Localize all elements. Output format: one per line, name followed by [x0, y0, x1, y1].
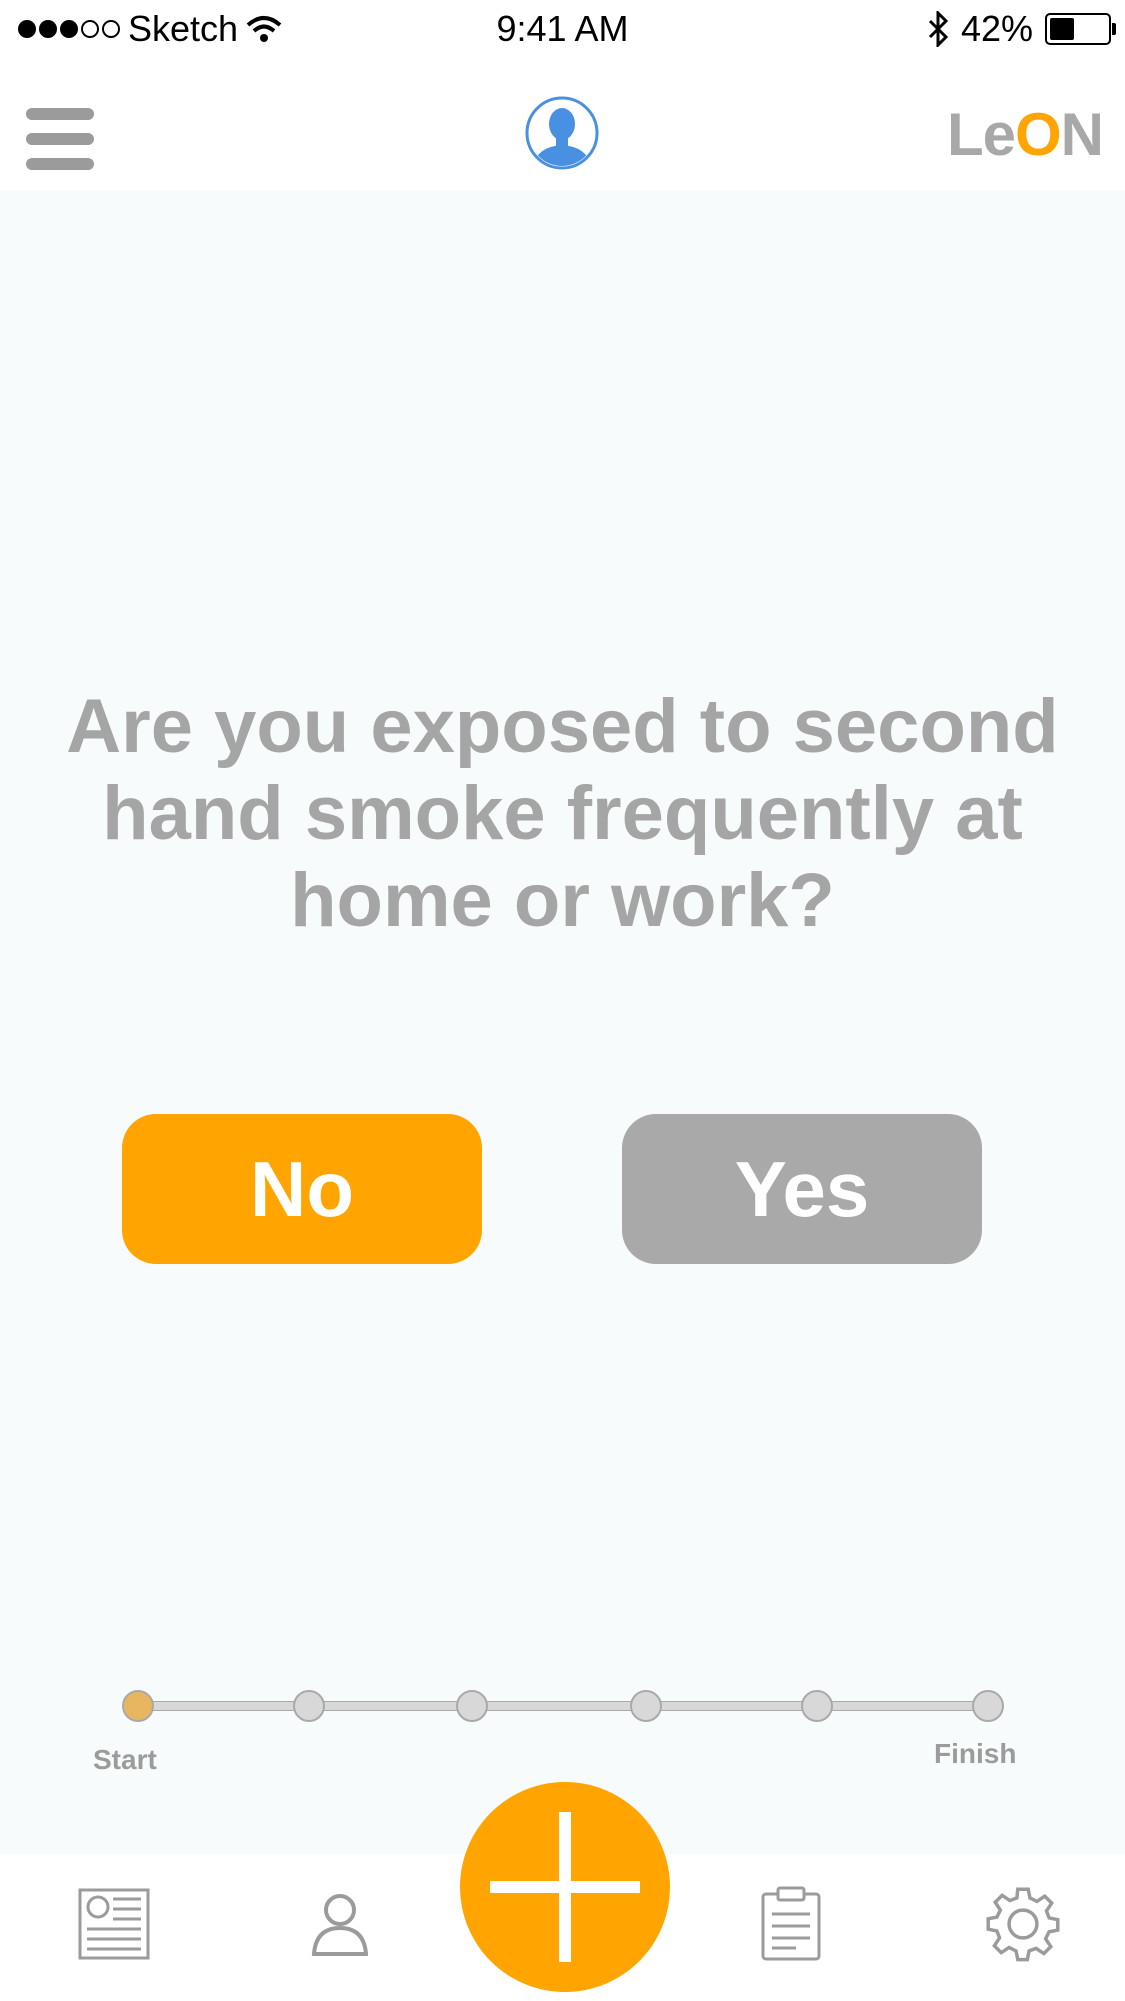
battery-icon [1045, 13, 1116, 45]
profile-icon [311, 1894, 369, 1956]
status-bar: Sketch 9:41 AM 42% [0, 0, 1125, 58]
system-status: 42% [927, 8, 1116, 50]
hamburger-menu-icon[interactable] [26, 108, 94, 170]
battery-percent: 42% [960, 8, 1033, 49]
progress-step-3 [456, 1690, 488, 1722]
app-header: LeON [0, 58, 1125, 190]
progress-finish-label: Finish [934, 1738, 1017, 1769]
yes-button[interactable]: Yes [622, 1114, 982, 1264]
progress-step-6 [972, 1690, 1004, 1722]
no-button[interactable]: No [122, 1114, 482, 1264]
tab-clipboard[interactable] [751, 1884, 831, 1964]
progress-step-4 [630, 1690, 662, 1722]
tab-settings[interactable] [983, 1884, 1063, 1964]
add-button[interactable] [460, 1782, 670, 1992]
progress-track [137, 1701, 989, 1711]
progress-step-2 [293, 1690, 325, 1722]
progress-step-1 [122, 1690, 154, 1722]
question-text: Are you exposed to second hand smoke fre… [66, 684, 1059, 943]
clipboard-icon [761, 1886, 821, 1961]
tab-news[interactable] [74, 1884, 154, 1964]
news-icon [78, 1888, 150, 1960]
user-avatar-icon[interactable] [524, 95, 600, 171]
settings-gear-icon [986, 1887, 1060, 1962]
progress-step-5 [801, 1690, 833, 1722]
bluetooth-icon [928, 11, 949, 47]
tab-profile[interactable] [300, 1884, 380, 1964]
leon-logo: LeON [946, 101, 1104, 168]
progress-start-label: Start [93, 1744, 157, 1775]
